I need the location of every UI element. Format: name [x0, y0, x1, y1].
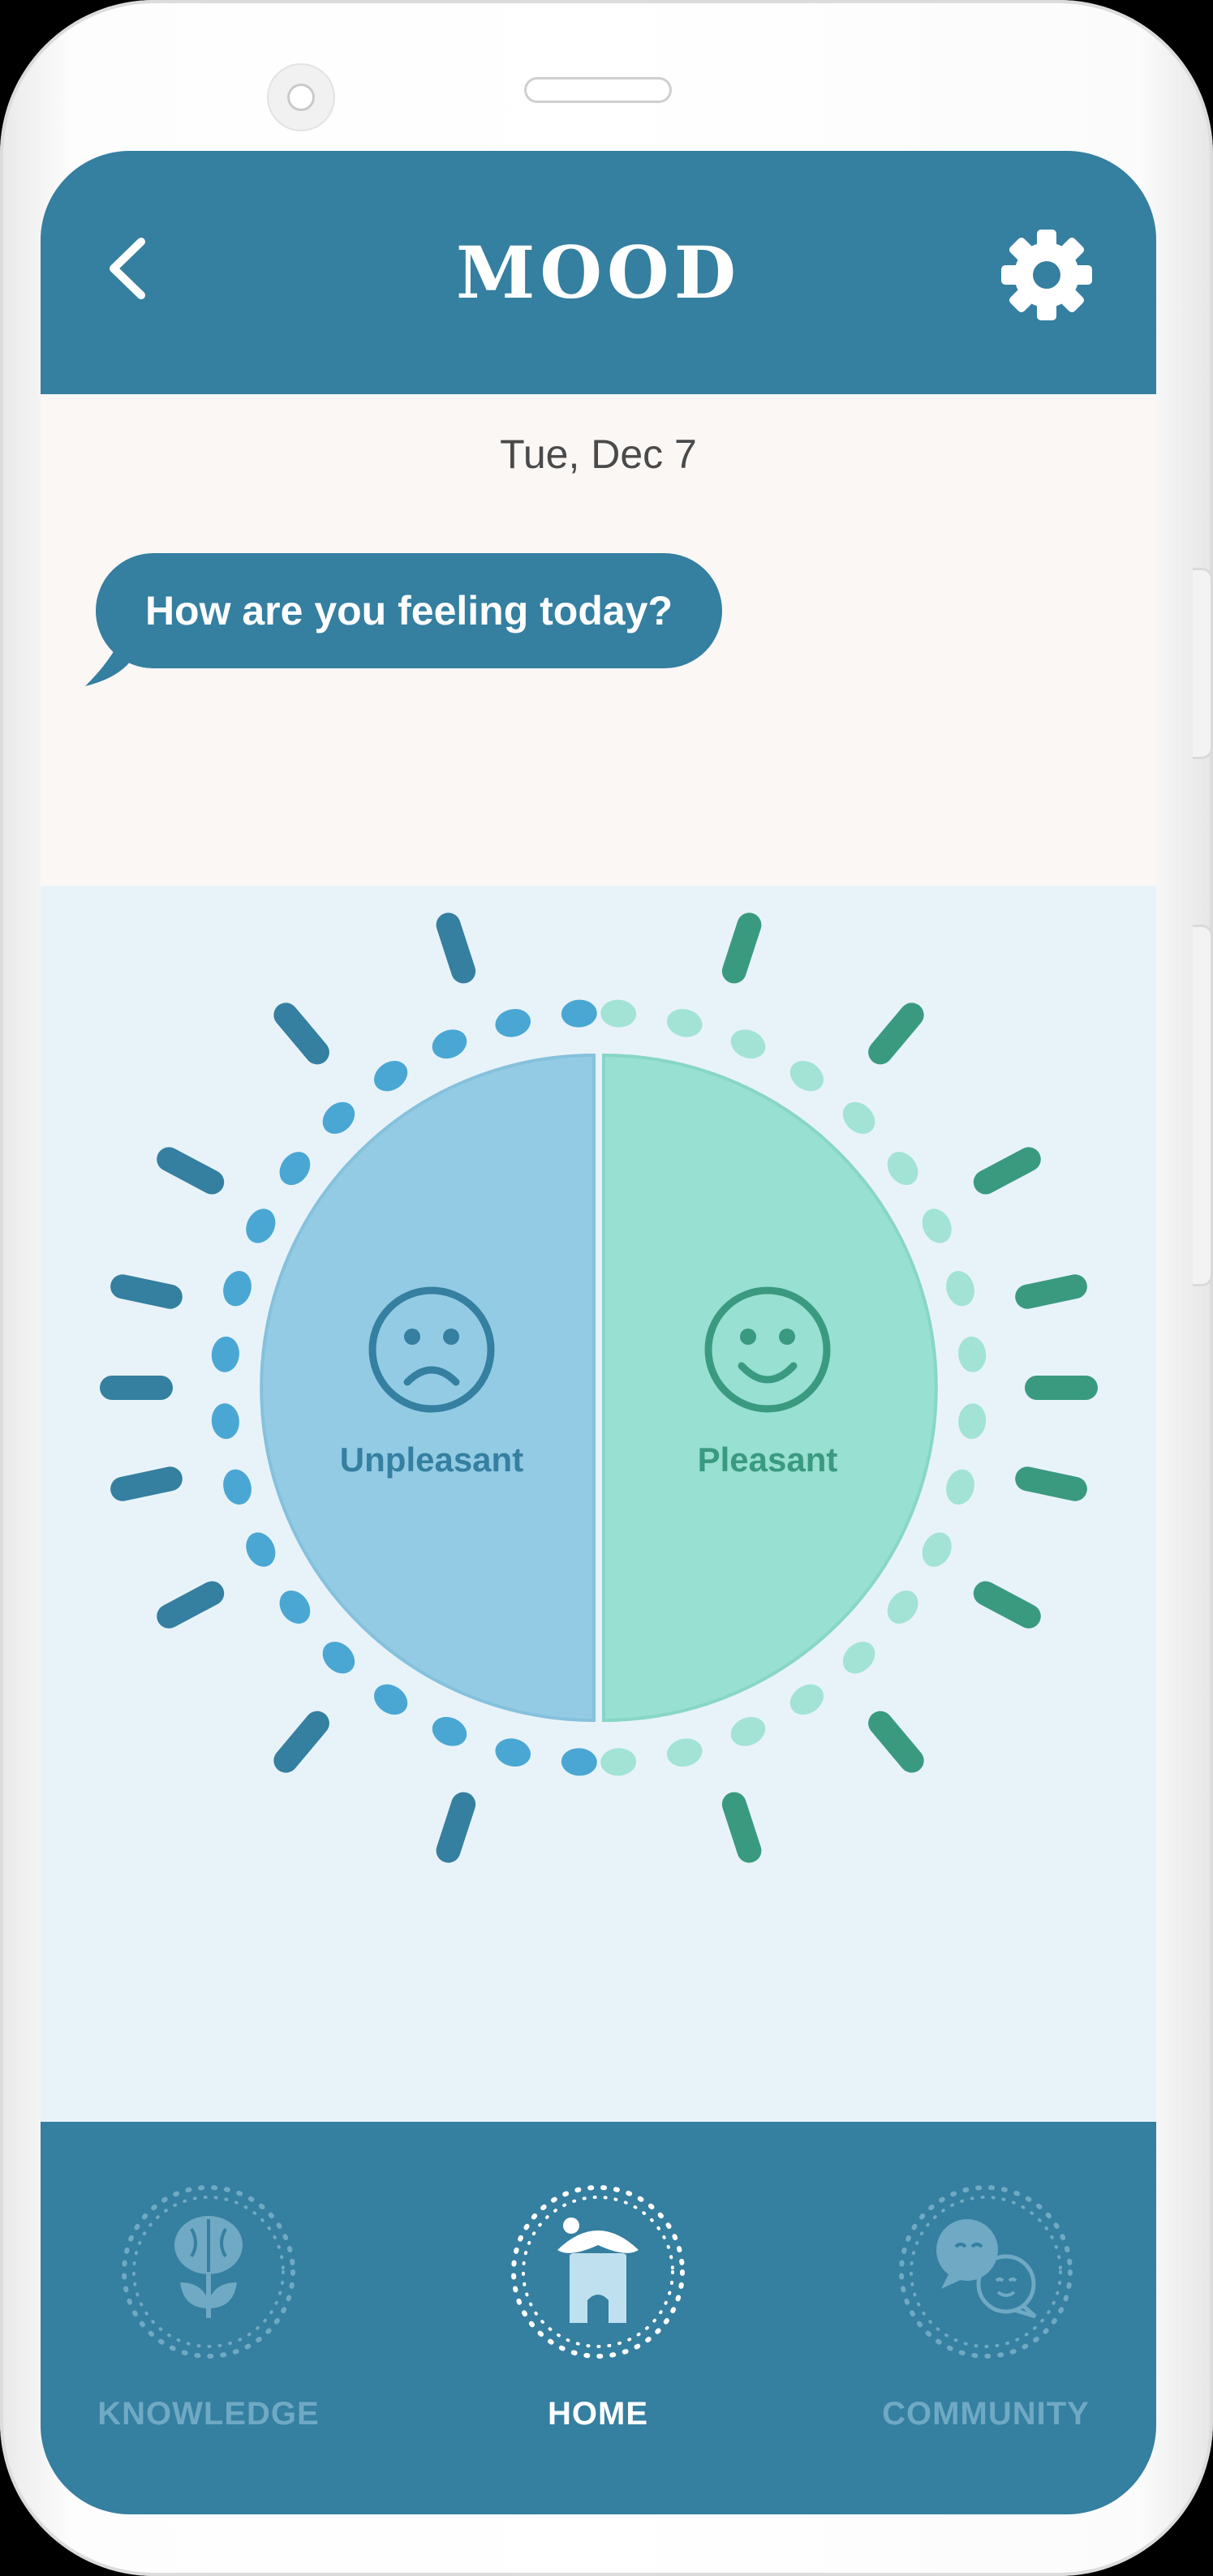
- pleasant-dot-11: [922, 1532, 952, 1567]
- pleasant-ray-3: [1015, 1274, 1087, 1309]
- nav-item-knowledge[interactable]: KNOWLEDGE: [75, 2162, 342, 2454]
- unpleasant-ray-1: [273, 1002, 329, 1065]
- unpleasant-dot-0: [561, 999, 597, 1028]
- unpleasant-dot-2: [432, 1029, 467, 1059]
- unpleasant-ray-2: [157, 1147, 225, 1195]
- pleasant-dot-6: [922, 1209, 952, 1243]
- unpleasant-ray-8: [436, 1792, 476, 1863]
- pleasant-ray-6: [973, 1581, 1041, 1629]
- unpleasant-label: Unpleasant: [339, 1440, 524, 1479]
- pleasant-dot-1: [667, 1008, 703, 1037]
- unpleasant-dot-1: [495, 1008, 531, 1037]
- pleasant-dot-10: [946, 1469, 974, 1505]
- app-screen: MOOD Tue, Dec 7 How are you feeling toda…: [41, 151, 1156, 2514]
- pleasant-dot-4: [842, 1101, 875, 1134]
- pleasant-dot-0: [600, 999, 637, 1028]
- pleasant-dot-8: [958, 1336, 987, 1372]
- unpleasant-dot-14: [374, 1684, 408, 1715]
- unpleasant-dot-15: [432, 1716, 467, 1746]
- nav-label-home: HOME: [548, 2396, 648, 2432]
- unpleasant-dot-4: [322, 1101, 355, 1134]
- pleasant-dot-12: [887, 1590, 918, 1624]
- front-camera: [269, 65, 333, 130]
- mood-dial: [100, 912, 1098, 1863]
- unpleasant-dot-12: [279, 1590, 311, 1624]
- unpleasant-dot-8: [211, 1336, 239, 1372]
- pleasant-ray-0: [721, 912, 762, 984]
- pleasant-dot-16: [667, 1738, 703, 1767]
- pleasant-ray-2: [973, 1147, 1041, 1195]
- unpleasant-ray-6: [157, 1581, 225, 1629]
- pleasant-dot-13: [842, 1642, 875, 1674]
- unpleasant-dot-6: [246, 1209, 276, 1243]
- pleasant-dot-9: [958, 1403, 987, 1440]
- pleasant-ray-5: [1015, 1466, 1087, 1501]
- unpleasant-ray-3: [110, 1274, 183, 1309]
- pleasant-ray-8: [721, 1792, 762, 1863]
- home-icon: [511, 2185, 685, 2359]
- unpleasant-dot-11: [246, 1532, 276, 1567]
- phone-side-button-top: [1193, 568, 1213, 759]
- pleasant-ray-1: [868, 1002, 924, 1065]
- unpleasant-dot-16: [495, 1738, 531, 1767]
- unpleasant-dot-10: [223, 1469, 252, 1505]
- nav-label-knowledge: KNOWLEDGE: [97, 2396, 320, 2432]
- nav-label-community: COMMUNITY: [882, 2396, 1090, 2432]
- unpleasant-ray-7: [273, 1711, 329, 1773]
- nav-item-home[interactable]: HOME: [464, 2162, 732, 2454]
- unpleasant-dot-9: [211, 1403, 239, 1440]
- unpleasant-ray-5: [110, 1466, 183, 1501]
- unpleasant-button[interactable]: [260, 1053, 596, 1723]
- pleasant-dot-17: [600, 1748, 637, 1776]
- brain-flower-icon: [122, 2185, 295, 2359]
- pleasant-label: Pleasant: [697, 1440, 838, 1479]
- pleasant-dot-5: [887, 1152, 918, 1186]
- earpiece-speaker: [524, 77, 672, 103]
- phone-side-button-bottom: [1193, 925, 1213, 1286]
- pleasant-ray-7: [868, 1711, 924, 1773]
- unpleasant-dot-3: [374, 1060, 408, 1092]
- unpleasant-dot-7: [223, 1270, 252, 1307]
- pleasant-dot-7: [946, 1270, 974, 1307]
- pleasant-dot-3: [789, 1060, 824, 1092]
- unpleasant-dot-17: [561, 1748, 597, 1776]
- unpleasant-dot-13: [322, 1642, 355, 1674]
- nav-item-community[interactable]: COMMUNITY: [852, 2162, 1120, 2454]
- pleasant-dot-14: [789, 1684, 824, 1715]
- unpleasant-dot-5: [279, 1152, 311, 1186]
- mood-rays: [100, 912, 1098, 1863]
- pleasant-dot-2: [730, 1029, 766, 1059]
- chat-bubbles-icon: [899, 2185, 1073, 2359]
- unpleasant-ray-0: [436, 912, 476, 984]
- pleasant-button[interactable]: [602, 1053, 938, 1723]
- phone-mockup: MOOD Tue, Dec 7 How are you feeling toda…: [0, 0, 1213, 2576]
- pleasant-dot-15: [730, 1716, 766, 1746]
